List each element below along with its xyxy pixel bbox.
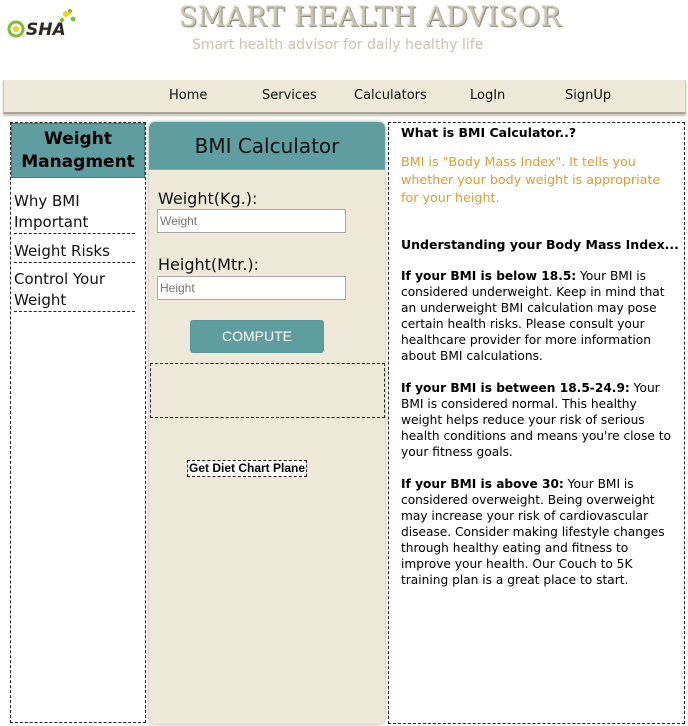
underweight-text: Your BMI is considered underweight. Keep… bbox=[401, 269, 665, 363]
calculator-header: BMI Calculator bbox=[149, 122, 385, 170]
sidebar-link-why-bmi[interactable]: Why BMI Important bbox=[14, 191, 135, 234]
nav-calculators[interactable]: Calculators bbox=[354, 88, 427, 103]
compute-button[interactable]: COMPUTE bbox=[190, 320, 324, 353]
underweight-lead: If your BMI is below 18.5: bbox=[401, 269, 577, 283]
nav-services[interactable]: Services bbox=[262, 88, 317, 103]
sidebar-link-control-weight[interactable]: Control Your Weight bbox=[14, 269, 135, 312]
overweight-text: Your BMI is considered overweight. Being… bbox=[401, 477, 665, 587]
nav-login[interactable]: LogIn bbox=[470, 88, 505, 103]
bmi-result-box bbox=[150, 363, 385, 418]
nav-home[interactable]: Home bbox=[169, 88, 207, 103]
info-normal: If your BMI is between 18.5-24.9: Your B… bbox=[401, 380, 673, 460]
bmi-info-panel: What is BMI Calculator..? BMI is "Body M… bbox=[388, 122, 685, 724]
diet-chart-link[interactable]: Get Diet Chart Plane bbox=[187, 460, 308, 477]
sidebar-link-weight-risks[interactable]: Weight Risks bbox=[14, 241, 135, 263]
logo-text: SHA bbox=[26, 20, 66, 38]
info-understanding-heading: Understanding your Body Mass Index... bbox=[401, 237, 679, 252]
calculator-title: BMI Calculator bbox=[194, 134, 340, 158]
sidebar-heading-text: Weight Managment bbox=[21, 129, 135, 172]
sha-logo: SHA bbox=[7, 9, 76, 38]
main-nav: Home Services Calculators LogIn SignUp bbox=[3, 80, 686, 114]
site-title: SMART HEALTH ADVISOR bbox=[179, 2, 562, 33]
overweight-lead: If your BMI is above 30: bbox=[401, 477, 564, 491]
weight-input[interactable] bbox=[157, 209, 346, 233]
site-header: SHA SMART HEALTH ADVISOR Smart health ad… bbox=[0, 0, 688, 80]
site-subtitle: Smart health advisor for daily healthy l… bbox=[192, 37, 484, 53]
nav-signup[interactable]: SignUp bbox=[565, 88, 611, 103]
bmi-calculator-panel: BMI Calculator Weight(Kg.): Height(Mtr.)… bbox=[149, 122, 385, 724]
height-input[interactable] bbox=[157, 276, 346, 300]
info-overweight: If your BMI is above 30: Your BMI is con… bbox=[401, 476, 673, 588]
sidebar: Weight Managment Why BMI Important Weigh… bbox=[10, 122, 146, 723]
info-underweight: If your BMI is below 18.5: Your BMI is c… bbox=[401, 268, 673, 364]
page: SHA SMART HEALTH ADVISOR Smart health ad… bbox=[0, 0, 688, 726]
info-intro: BMI is "Body Mass Index". It tells you w… bbox=[401, 154, 661, 205]
normal-lead: If your BMI is between 18.5-24.9: bbox=[401, 381, 630, 395]
weight-label: Weight(Kg.): bbox=[158, 189, 258, 208]
height-label: Height(Mtr.): bbox=[158, 255, 260, 274]
info-question: What is BMI Calculator..? bbox=[401, 125, 577, 140]
sidebar-heading: Weight Managment bbox=[11, 123, 145, 178]
